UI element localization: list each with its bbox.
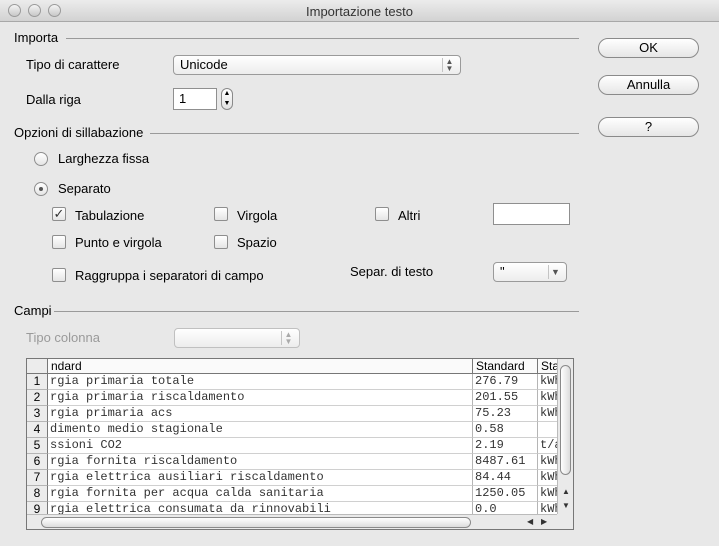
column-header[interactable]: Standard	[473, 359, 538, 374]
row-number: 1	[27, 374, 48, 390]
row-number: 5	[27, 438, 48, 454]
cancel-button[interactable]: Annulla	[598, 75, 699, 95]
fixed-width-label: Larghezza fissa	[58, 151, 150, 166]
table-cell: rgia fornita per acqua calda sanitaria	[48, 486, 473, 502]
column-type-label: Tipo colonna	[26, 330, 100, 345]
space-label: Spazio	[237, 235, 277, 250]
merge-separators-label: Raggruppa i separatori di campo	[75, 268, 264, 283]
scroll-left-icon[interactable]: ◀	[527, 517, 533, 526]
charset-select-value: Unicode	[180, 57, 228, 72]
column-header[interactable]: ndard	[48, 359, 473, 374]
table-cell: rgia primaria totale	[48, 374, 473, 390]
ok-button[interactable]: OK	[598, 38, 699, 58]
table-cell: 8487.61	[473, 454, 538, 470]
separated-radio[interactable]	[34, 182, 48, 196]
space-checkbox[interactable]	[214, 235, 228, 249]
horizontal-scroll-thumb[interactable]	[41, 517, 471, 528]
table-cell: rgia elettrica ausiliari riscaldamento	[48, 470, 473, 486]
row-number: 8	[27, 486, 48, 502]
table-cell: kWh	[538, 390, 559, 406]
separator-divider	[150, 133, 579, 134]
table-cell	[538, 422, 559, 438]
tab-label: Tabulazione	[75, 208, 145, 223]
row-number: 2	[27, 390, 48, 406]
radio-selected-dot	[39, 187, 43, 191]
table-row[interactable]: 1rgia primaria totale276.79kWh	[27, 374, 559, 390]
table-row[interactable]: 6rgia fornita riscaldamento8487.61kWh	[27, 454, 559, 470]
text-delimiter-value: "	[500, 264, 505, 279]
table-cell: 276.79	[473, 374, 538, 390]
table-cell: rgia primaria riscaldamento	[48, 390, 473, 406]
table-cell: rgia primaria acs	[48, 406, 473, 422]
scroll-down-icon[interactable]: ▼	[562, 501, 570, 510]
row-number: 3	[27, 406, 48, 422]
separated-label: Separato	[58, 181, 111, 196]
other-label: Altri	[398, 208, 421, 223]
dropdown-arrow-icon: ▼	[548, 265, 562, 279]
from-row-label: Dalla riga	[26, 92, 81, 107]
table-cell: rgia fornita riscaldamento	[48, 454, 473, 470]
table-row[interactable]: 7 rgia elettrica ausiliari riscaldamento 8…	[27, 470, 559, 486]
vertical-scrollbar[interactable]: ▲ ▼	[557, 359, 573, 515]
separator-section-title: Opzioni di sillabazione	[14, 125, 144, 140]
from-row-stepper[interactable]: ▲ ▼	[221, 88, 233, 110]
table-cell: 75.23	[473, 406, 538, 422]
other-checkbox[interactable]	[375, 207, 389, 221]
import-section-title: Importa	[14, 30, 59, 45]
from-row-input[interactable]: 1	[173, 88, 217, 110]
semicolon-label: Punto e virgola	[75, 235, 162, 250]
table-corner	[27, 359, 48, 374]
row-number: 4	[27, 422, 48, 438]
scroll-up-icon[interactable]: ▲	[562, 487, 570, 496]
column-header[interactable]: Sta	[538, 359, 559, 374]
table-cell: 2.19	[473, 438, 538, 454]
scroll-corner	[557, 514, 573, 529]
help-button[interactable]: ?	[598, 117, 699, 137]
charset-select[interactable]: Unicode ▲ ▼	[173, 55, 461, 75]
row-number: 7	[27, 470, 48, 486]
vertical-scroll-thumb[interactable]	[560, 365, 571, 475]
table-cell: 84.44	[473, 470, 538, 486]
column-type-select[interactable]: ▲ ▼	[174, 328, 300, 348]
table-row[interactable]: 5ssioni CO22.19t/a	[27, 438, 559, 454]
table-cell: kWh	[538, 406, 559, 422]
text-delimiter-select[interactable]: " ▼	[493, 262, 567, 282]
table-cell: kWh	[538, 486, 559, 502]
text-delimiter-label: Separ. di testo	[350, 264, 434, 279]
merge-separators-checkbox[interactable]	[52, 268, 66, 282]
window-title: Importazione testo	[306, 4, 413, 19]
table-row[interactable]: 8 rgia fornita per acqua calda sanitaria 1…	[27, 486, 559, 502]
fixed-width-radio[interactable]	[34, 152, 48, 166]
scroll-right-icon[interactable]: ▶	[541, 517, 547, 526]
table-cell: kWh	[538, 470, 559, 486]
table-row[interactable]: 2rgia primaria riscaldamento201.55kWh	[27, 390, 559, 406]
semicolon-checkbox[interactable]	[52, 235, 66, 249]
select-arrows-icon: ▲ ▼	[442, 58, 456, 73]
fields-divider	[54, 311, 579, 312]
table-cell: t/a	[538, 438, 559, 454]
row-number: 6	[27, 454, 48, 470]
import-divider	[66, 38, 579, 39]
table-cell: kWh	[538, 454, 559, 470]
table-cell: ssioni CO2	[48, 438, 473, 454]
table-row[interactable]: 4 dimento medio stagionale 0.58	[27, 422, 559, 438]
comma-label: Virgola	[237, 208, 278, 223]
title-bar: Importazione testo	[0, 0, 719, 22]
table-cell: 1250.05	[473, 486, 538, 502]
table-row[interactable]: 3rgia primaria acs75.23kWh	[27, 406, 559, 422]
tab-checkbox[interactable]: ✓	[52, 207, 66, 221]
charset-label: Tipo di carattere	[26, 57, 120, 72]
select-arrows-icon: ▲ ▼	[281, 331, 295, 346]
horizontal-scrollbar[interactable]: ◀ ▶	[27, 514, 559, 529]
preview-table[interactable]: ndard Standard Sta 1 rgia primaria totale…	[26, 358, 574, 530]
other-separator-input[interactable]	[493, 203, 570, 225]
table-cell: 0.58	[473, 422, 538, 438]
table-cell: kWh	[538, 374, 559, 390]
comma-checkbox[interactable]	[214, 207, 228, 221]
table-cell: 201.55	[473, 390, 538, 406]
table-cell: dimento medio stagionale	[48, 422, 473, 438]
fields-section-title: Campi	[14, 303, 52, 318]
